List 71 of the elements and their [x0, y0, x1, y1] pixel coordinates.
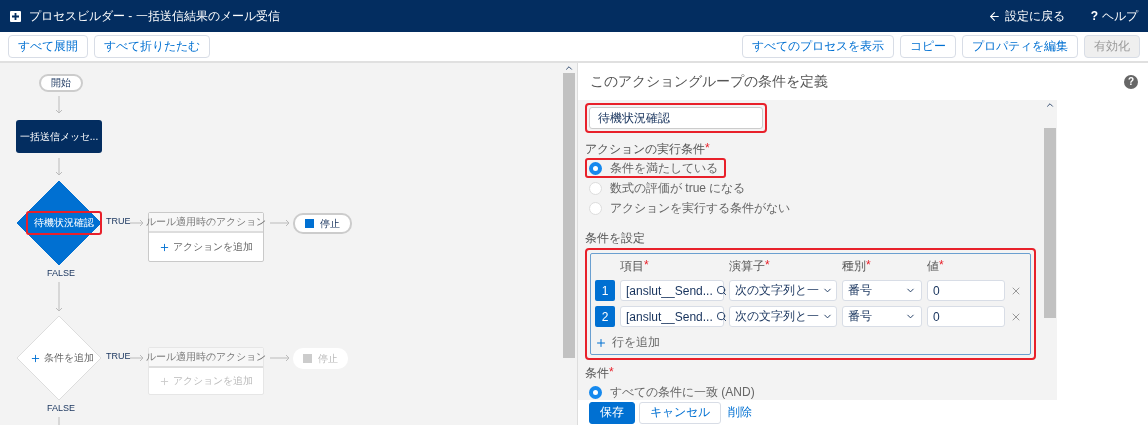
radio-option[interactable]: 条件を満たしている: [585, 158, 726, 178]
column-header: 演算子: [729, 258, 765, 275]
start-node[interactable]: 開始: [39, 74, 83, 92]
field-lookup[interactable]: [anslut__Send...: [620, 280, 724, 301]
connector-arrow: [55, 158, 63, 176]
field-label: 条件: [585, 365, 609, 382]
add-action-link[interactable]: アクションを追加: [149, 233, 263, 261]
column-header: 値: [927, 258, 939, 275]
toolbar-button[interactable]: プロパティを編集: [962, 35, 1078, 58]
connector-arrow: [55, 96, 63, 114]
false-label: FALSE: [47, 403, 75, 413]
plus-icon: [159, 375, 170, 387]
arrow-left-icon: [987, 9, 1001, 23]
required-mark: *: [609, 365, 614, 379]
value-field[interactable]: 0: [927, 280, 1005, 301]
criteria-diamond[interactable]: [16, 180, 102, 266]
stop-node[interactable]: 停止: [293, 213, 352, 234]
toolbar-button[interactable]: すべて折りたたむ: [94, 35, 210, 58]
operator-select[interactable]: 次の文字列と一: [729, 306, 837, 327]
type-select[interactable]: 番号: [842, 306, 922, 327]
connector-arrow: [130, 219, 144, 227]
connector-arrow: [270, 219, 290, 227]
operator-select[interactable]: 次の文字列と一: [729, 280, 837, 301]
form-button[interactable]: 保存: [589, 401, 635, 424]
criteria-name-field[interactable]: 待機状況確認: [589, 107, 763, 129]
help-icon: ?: [1090, 9, 1098, 23]
app-icon: [10, 10, 21, 22]
toolbar-button[interactable]: すべて展開: [8, 35, 88, 58]
toolbar-button[interactable]: コピー: [900, 35, 956, 58]
scroll-up-icon[interactable]: [1045, 100, 1055, 110]
connector-arrow: [55, 282, 63, 312]
value-field[interactable]: 0: [927, 306, 1005, 327]
connector-arrow: [130, 354, 144, 362]
column-header: 種別: [842, 258, 866, 275]
search-icon: [715, 285, 727, 296]
plus-icon: [595, 336, 607, 349]
search-icon: [715, 311, 727, 322]
section-label: 条件を設定: [585, 230, 646, 247]
trigger-node[interactable]: 一括送信メッセ...: [16, 120, 102, 153]
help-icon[interactable]: ?: [1124, 74, 1138, 89]
back-link[interactable]: 設定に戻る: [987, 7, 1065, 25]
required-mark: *: [765, 258, 770, 274]
type-select[interactable]: 番号: [842, 280, 922, 301]
radio-option[interactable]: すべての条件に一致 (AND): [585, 382, 763, 400]
required-mark: *: [705, 141, 710, 155]
column-header: 項目: [620, 258, 644, 275]
radio-option[interactable]: アクションを実行する条件がない: [585, 198, 798, 218]
connector-arrow: [270, 354, 290, 362]
row-number: 2: [595, 306, 615, 327]
window-title: プロセスビルダー - 一括送信結果のメール受信: [29, 7, 281, 25]
false-label: FALSE: [47, 268, 75, 278]
field-label: アクションの実行条件: [585, 141, 705, 158]
row-number: 1: [595, 280, 615, 301]
field-lookup[interactable]: [anslut__Send...: [620, 306, 724, 327]
delete-link[interactable]: 削除: [725, 401, 755, 424]
true-label: TRUE: [106, 216, 131, 226]
required-mark: *: [644, 258, 649, 274]
required-mark: *: [939, 258, 944, 274]
scrollbar[interactable]: [1043, 100, 1057, 400]
plus-icon: [30, 352, 41, 364]
add-row-link[interactable]: 行を追加: [595, 334, 1024, 351]
panel-title: このアクショングループの条件を定義: [590, 72, 828, 91]
help-link[interactable]: ? ヘルプ: [1090, 7, 1138, 25]
required-mark: *: [866, 258, 871, 274]
plus-icon: [159, 241, 170, 253]
radio-option[interactable]: 数式の評価が true になる: [585, 178, 754, 198]
criteria-label: 待機状況確認: [26, 211, 102, 235]
scroll-up-icon[interactable]: [563, 63, 574, 73]
toolbar-button[interactable]: すべてのプロセスを表示: [742, 35, 894, 58]
true-label: TRUE: [106, 351, 131, 361]
form-button[interactable]: キャンセル: [639, 401, 721, 424]
